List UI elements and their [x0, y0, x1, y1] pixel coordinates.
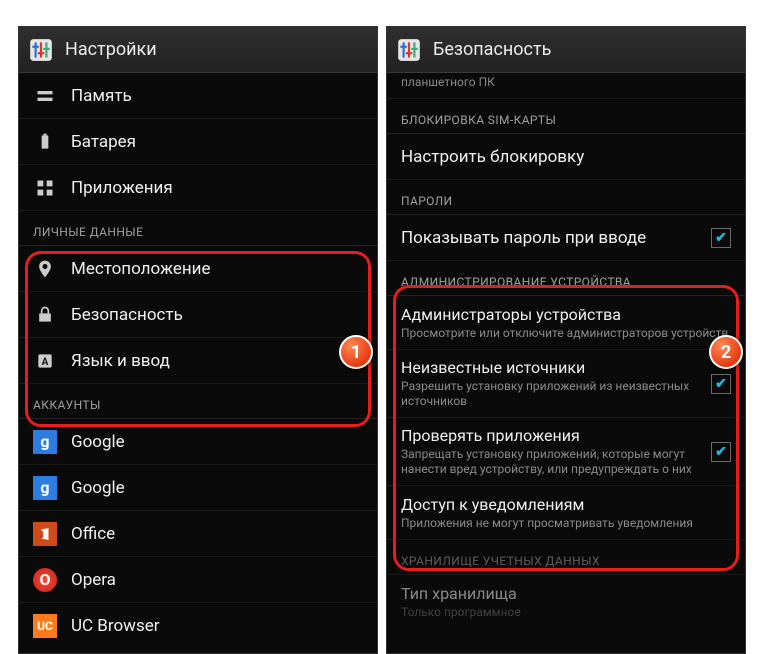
- row-account-google[interactable]: g Google: [19, 465, 377, 511]
- section-sim: БЛОКИРОВКА SIM-КАРТЫ: [387, 99, 745, 134]
- language-icon: A: [33, 349, 57, 373]
- row-battery[interactable]: Батарея: [19, 119, 377, 165]
- lock-icon: [33, 303, 57, 327]
- row-title: Проверять приложения: [401, 426, 697, 445]
- battery-icon: [33, 130, 57, 154]
- section-credential-store: ХРАНИЛИЩЕ УЧЕТНЫХ ДАННЫХ: [387, 540, 745, 575]
- row-label: Google: [71, 432, 363, 452]
- settings-icon: [27, 36, 55, 64]
- settings-screen: Настройки Память Батарея Приложения ЛИЧН…: [18, 26, 378, 654]
- security-list[interactable]: планшетного ПК БЛОКИРОВКА SIM-КАРТЫ Наст…: [387, 73, 745, 629]
- security-screen: Безопасность планшетного ПК БЛОКИРОВКА S…: [386, 26, 746, 654]
- row-storage-type[interactable]: Тип хранилища Только программное: [387, 575, 745, 629]
- row-label: Местоположение: [71, 259, 363, 279]
- row-sub: Просмотрите или отключите администраторо…: [401, 326, 731, 341]
- row-sim-lock[interactable]: Настроить блокировку: [387, 134, 745, 180]
- row-label: Opera: [71, 570, 363, 590]
- titlebar: Настройки: [19, 27, 377, 73]
- row-title: Доступ к уведомлениям: [401, 495, 731, 514]
- office-icon: [33, 522, 57, 546]
- section-personal: ЛИЧНЫЕ ДАННЫЕ: [19, 211, 377, 246]
- settings-list[interactable]: Память Батарея Приложения ЛИЧНЫЕ ДАННЫЕ …: [19, 73, 377, 649]
- svg-text:A: A: [42, 357, 49, 368]
- row-title: Администраторы устройства: [401, 305, 731, 324]
- step-badge-1: 1: [339, 335, 373, 369]
- row-label: Приложения: [71, 178, 363, 198]
- row-sub: Разрешить установку приложений из неизве…: [401, 379, 697, 409]
- section-accounts: АККАУНТЫ: [19, 384, 377, 419]
- row-account-google[interactable]: g Google: [19, 419, 377, 465]
- row-sub: планшетного ПК: [401, 75, 495, 90]
- row-memory[interactable]: Память: [19, 73, 377, 119]
- settings-icon: [395, 36, 423, 64]
- row-show-password[interactable]: Показывать пароль при вводе: [387, 215, 745, 261]
- row-truncated[interactable]: планшетного ПК: [387, 73, 745, 99]
- row-label: UC Browser: [71, 616, 363, 636]
- location-icon: [33, 257, 57, 281]
- step-badge-2: 2: [709, 335, 743, 369]
- section-passwords: ПАРОЛИ: [387, 180, 745, 215]
- apps-icon: [33, 176, 57, 200]
- row-account-ucbrowser[interactable]: UC UC Browser: [19, 603, 377, 649]
- google-icon: g: [33, 430, 57, 454]
- checkbox[interactable]: [711, 374, 731, 394]
- row-title: Тип хранилища: [401, 584, 731, 603]
- row-unknown-sources[interactable]: Неизвестные источники Разрешить установк…: [387, 350, 745, 418]
- checkbox[interactable]: [711, 228, 731, 248]
- row-account-office[interactable]: Office: [19, 511, 377, 557]
- row-label: Язык и ввод: [71, 351, 363, 371]
- google-icon: g: [33, 476, 57, 500]
- row-label: Office: [71, 524, 363, 544]
- screen-title: Безопасность: [433, 39, 551, 60]
- row-language[interactable]: A Язык и ввод: [19, 338, 377, 384]
- row-apps[interactable]: Приложения: [19, 165, 377, 211]
- row-label: Безопасность: [71, 305, 363, 325]
- screen-title: Настройки: [65, 39, 157, 60]
- row-label: Настроить блокировку: [401, 147, 731, 167]
- row-location[interactable]: Местоположение: [19, 246, 377, 292]
- row-notification-access[interactable]: Доступ к уведомлениям Приложения не могу…: [387, 486, 745, 540]
- row-security[interactable]: Безопасность: [19, 292, 377, 338]
- row-label: Батарея: [71, 132, 363, 152]
- ucbrowser-icon: UC: [33, 614, 57, 638]
- row-sub: Приложения не могут просматривать уведом…: [401, 516, 731, 531]
- row-label: Google: [71, 478, 363, 498]
- checkbox[interactable]: [711, 442, 731, 462]
- titlebar: Безопасность: [387, 27, 745, 73]
- row-verify-apps[interactable]: Проверять приложения Запрещать установку…: [387, 418, 745, 486]
- row-device-admins[interactable]: Администраторы устройства Просмотрите ил…: [387, 296, 745, 350]
- row-account-opera[interactable]: O Opera: [19, 557, 377, 603]
- memory-icon: [33, 84, 57, 108]
- row-sub: Запрещать установку приложений, которые …: [401, 447, 697, 477]
- row-title: Неизвестные источники: [401, 358, 697, 377]
- section-admin: АДМИНИСТРИРОВАНИЕ УСТРОЙСТВА: [387, 261, 745, 296]
- row-sub: Только программное: [401, 605, 731, 620]
- row-label: Память: [71, 86, 363, 106]
- opera-icon: O: [33, 568, 57, 592]
- row-label: Показывать пароль при вводе: [401, 228, 697, 248]
